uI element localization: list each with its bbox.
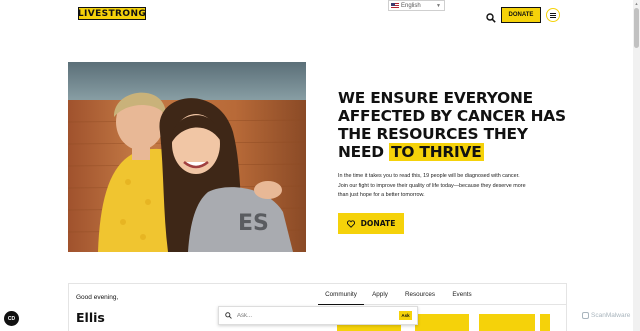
greeting-text: Good evening,: [76, 294, 119, 301]
tab-events[interactable]: Events: [444, 284, 480, 305]
community-card[interactable]: [479, 314, 535, 331]
search-icon: [486, 13, 496, 23]
scrollbar-thumb[interactable]: [634, 8, 639, 48]
heart-icon: [346, 219, 355, 228]
search-button[interactable]: [486, 10, 496, 23]
menu-button[interactable]: [546, 8, 560, 22]
tab-resources[interactable]: Resources: [396, 284, 444, 305]
accessibility-badge[interactable]: CD: [4, 311, 19, 326]
hero-headline-highlight: TO THRIVE: [389, 143, 484, 161]
header-donate-button[interactable]: DONATE: [501, 7, 541, 23]
watermark: ScanMalware: [582, 312, 630, 319]
ask-button[interactable]: Ask: [399, 311, 412, 320]
ask-input[interactable]: [237, 312, 387, 319]
hero-donate-button[interactable]: DONATE: [338, 213, 404, 234]
header-donate-label: DONATE: [508, 12, 534, 18]
shield-icon: [582, 312, 589, 319]
page: LIVESTRONG English ▼ DONATE ES WE ENSURE…: [0, 0, 640, 331]
watermark-text: ScanMalware: [591, 312, 631, 319]
language-selected: English: [401, 2, 421, 9]
tab-community[interactable]: Community: [318, 284, 364, 305]
scrollbar[interactable]: ▲: [633, 0, 640, 331]
hero-photo: ES: [68, 62, 306, 252]
svg-text:ES: ES: [238, 211, 269, 236]
community-card[interactable]: [540, 314, 550, 331]
hero-donate-label: DONATE: [360, 219, 396, 228]
panel-tabs: Community Apply Resources Events: [318, 284, 566, 305]
user-name: Ellis: [76, 310, 105, 325]
hamburger-menu-icon: [550, 12, 556, 18]
language-selector[interactable]: English ▼: [388, 0, 445, 11]
tab-apply[interactable]: Apply: [364, 284, 396, 305]
scroll-up-arrow-icon[interactable]: ▲: [634, 1, 639, 6]
hero-body-text: In the time it takes you to read this, 1…: [338, 173, 526, 198]
chevron-down-icon: ▼: [436, 2, 441, 9]
ask-search-bar: [218, 306, 418, 325]
us-flag-icon: [391, 2, 399, 9]
logo-text: LIVESTRONG: [77, 8, 147, 19]
livestrong-logo[interactable]: LIVESTRONG: [78, 7, 146, 20]
search-icon: [225, 312, 232, 319]
hero-headline: WE ENSURE EVERYONE AFFECTED BY CANCER HA…: [338, 89, 568, 161]
community-card[interactable]: [415, 314, 469, 331]
